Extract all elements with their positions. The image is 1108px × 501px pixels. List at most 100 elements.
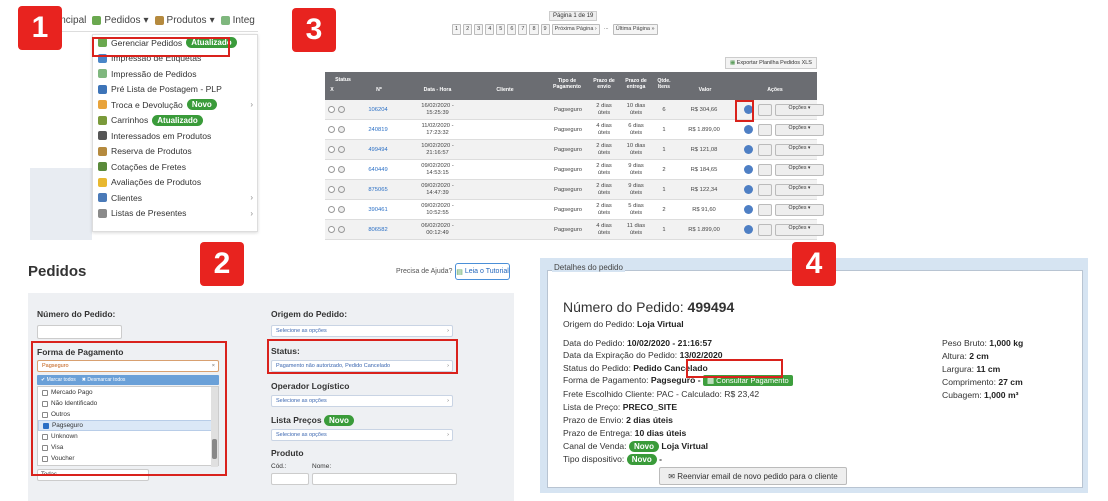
- menu-item[interactable]: Troca e Devolução Novo ›: [93, 97, 257, 113]
- payment-option[interactable]: Pagseguro: [38, 420, 218, 431]
- resend-email-button[interactable]: ✉ Reenviar email de novo pedido para o c…: [659, 467, 847, 485]
- cod-input[interactable]: [271, 473, 309, 485]
- checkbox-icon[interactable]: [42, 389, 48, 396]
- page-link[interactable]: 5: [496, 24, 506, 35]
- print-icon[interactable]: [758, 224, 772, 236]
- payment-option[interactable]: Voucher: [38, 453, 218, 464]
- menu-item[interactable]: Listas de Presentes ›: [93, 206, 257, 222]
- status-select[interactable]: Pagamento não autorizado, Pedido Cancela…: [271, 360, 453, 372]
- produto-label: Produto: [271, 448, 304, 458]
- order-number-link[interactable]: 806582: [365, 227, 391, 234]
- info-icon[interactable]: [744, 165, 753, 174]
- row-checkbox-icon[interactable]: [328, 146, 335, 153]
- row-checkbox-icon[interactable]: [328, 206, 335, 213]
- clear-icon[interactable]: ×: [212, 361, 215, 372]
- payment-option[interactable]: Não Identificado: [38, 398, 218, 409]
- options-dropdown-button[interactable]: Opções ▾: [775, 164, 824, 176]
- menu-item[interactable]: Gerenciar Pedidos Atualizado: [93, 35, 257, 51]
- desmarcar-todos-button[interactable]: ✖ Desmarcar todos: [82, 377, 126, 383]
- chevron-right-icon: ›: [250, 208, 253, 218]
- print-icon[interactable]: [758, 144, 772, 156]
- consultar-pagamento-button[interactable]: ▦ Consultar Pagamento: [702, 375, 793, 387]
- row-checkbox-icon[interactable]: [328, 126, 335, 133]
- print-icon[interactable]: [758, 104, 772, 116]
- nav-item-pedidos[interactable]: Pedidos ▾: [92, 15, 149, 26]
- info-icon[interactable]: [744, 205, 753, 214]
- checkbox-icon[interactable]: [42, 433, 48, 440]
- menu-item[interactable]: Impressão de Pedidos: [93, 66, 257, 82]
- order-number-link[interactable]: 106204: [365, 107, 391, 114]
- print-icon[interactable]: [758, 124, 772, 136]
- nav-item-principal[interactable]: incipal: [58, 15, 86, 26]
- checkbox-icon[interactable]: [42, 400, 48, 407]
- menu-item[interactable]: Cotações de Fretes: [93, 159, 257, 175]
- operador-select[interactable]: Selecione as opções ›: [271, 395, 453, 407]
- origem-select[interactable]: Selecione as opções ›: [271, 325, 453, 337]
- checkbox-icon[interactable]: [42, 455, 48, 462]
- scrollbar[interactable]: [211, 387, 218, 467]
- menu-item[interactable]: Carrinhos Atualizado: [93, 113, 257, 129]
- checkbox-icon[interactable]: [42, 411, 48, 418]
- tutorial-button[interactable]: ▤ Leia o Tutorial: [455, 263, 510, 280]
- options-dropdown-button[interactable]: Opções ▾: [775, 224, 824, 236]
- print-icon[interactable]: [758, 164, 772, 176]
- page-link[interactable]: 1: [452, 24, 462, 35]
- order-number-link[interactable]: 499494: [365, 147, 391, 154]
- page-link[interactable]: Próxima Página ›: [551, 24, 600, 35]
- print-icon[interactable]: [758, 204, 772, 216]
- status-value: Pagamento não autorizado, Pedido Cancela…: [276, 363, 391, 369]
- nav-item-produtos[interactable]: Produtos ▾: [154, 15, 215, 26]
- menu-item[interactable]: Impressão de Etiquetas: [93, 51, 257, 67]
- page-link[interactable]: 4: [485, 24, 495, 35]
- row-checkbox-icon[interactable]: [328, 106, 335, 113]
- page-link[interactable]: 9: [540, 24, 550, 35]
- nome-input[interactable]: [312, 473, 457, 485]
- page-link[interactable]: 8: [529, 24, 539, 35]
- menu-item[interactable]: Avaliações de Produtos: [93, 175, 257, 191]
- print-icon[interactable]: [758, 184, 772, 196]
- row-checkbox-icon[interactable]: [328, 186, 335, 193]
- options-dropdown-button[interactable]: Opções ▾: [775, 184, 824, 196]
- page-link[interactable]: 3: [474, 24, 484, 35]
- order-number-link[interactable]: 640449: [365, 167, 391, 174]
- page-link[interactable]: 7: [518, 24, 528, 35]
- option-label: Visa: [51, 444, 64, 451]
- numero-input[interactable]: [37, 325, 122, 339]
- menu-item[interactable]: Pré Lista de Postagem - PLP: [93, 82, 257, 98]
- info-icon[interactable]: [744, 225, 753, 234]
- options-dropdown-button[interactable]: Opções ▾: [775, 124, 824, 136]
- row-checkbox-icon[interactable]: [328, 166, 335, 173]
- export-xls-button[interactable]: ▦ Exportar Planilha Pedidos XLS: [725, 57, 817, 69]
- payment-option[interactable]: Mercado Pago: [38, 387, 218, 398]
- page-link[interactable]: ...: [602, 24, 611, 35]
- page-link[interactable]: 2: [463, 24, 473, 35]
- info-icon[interactable]: [744, 125, 753, 134]
- options-dropdown-button[interactable]: Opções ▾: [775, 204, 824, 216]
- status-label: Status:: [271, 346, 300, 356]
- options-dropdown-button[interactable]: Opções ▾: [775, 144, 824, 156]
- order-number-link[interactable]: 390461: [365, 207, 391, 214]
- lista-select[interactable]: Selecione as opções ›: [271, 429, 453, 441]
- menu-item[interactable]: Interessados em Produtos: [93, 128, 257, 144]
- payment-option[interactable]: Outros: [38, 409, 218, 420]
- marcar-todos-button[interactable]: ✔ Marcar todos: [41, 377, 76, 383]
- payment-option[interactable]: Unknown: [38, 431, 218, 442]
- order-number-link[interactable]: 240819: [365, 127, 391, 134]
- checkbox-icon[interactable]: [42, 444, 48, 451]
- scrollbar-thumb[interactable]: [212, 439, 217, 459]
- options-dropdown-button[interactable]: Opções ▾: [775, 104, 824, 116]
- info-icon[interactable]: [744, 185, 753, 194]
- payment-option[interactable]: Visa: [38, 442, 218, 453]
- order-number-link[interactable]: 875065: [365, 187, 391, 194]
- checkbox-icon[interactable]: [43, 422, 49, 429]
- todas-select[interactable]: Todas: [37, 469, 149, 481]
- menu-item[interactable]: Reserva de Produtos: [93, 144, 257, 160]
- menu-item[interactable]: Clientes ›: [93, 190, 257, 206]
- nav-item-integracoes[interactable]: Integ: [220, 15, 255, 26]
- forma-select[interactable]: Pagseguro ×: [37, 360, 219, 372]
- info-icon[interactable]: [744, 105, 753, 114]
- page-link[interactable]: Última Página »: [612, 24, 658, 35]
- page-link[interactable]: 6: [507, 24, 517, 35]
- row-checkbox-icon[interactable]: [328, 226, 335, 233]
- info-icon[interactable]: [744, 145, 753, 154]
